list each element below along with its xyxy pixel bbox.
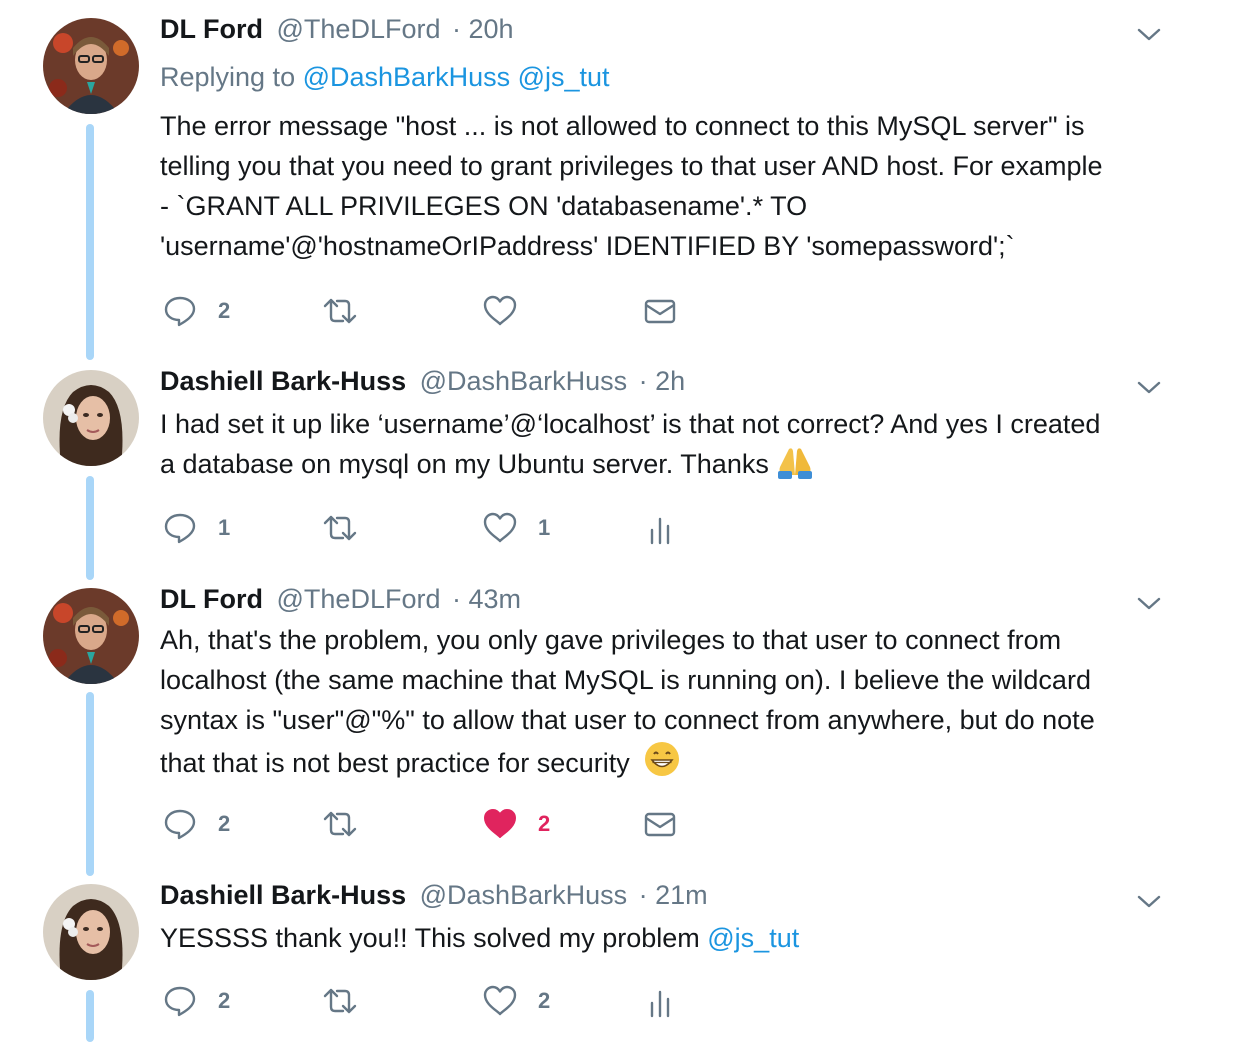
- reply-icon: [164, 296, 196, 327]
- message-icon: [644, 299, 676, 324]
- message-icon: [644, 812, 676, 837]
- avatar[interactable]: [43, 370, 139, 466]
- chevron-down-icon[interactable]: [1136, 596, 1162, 612]
- avatar[interactable]: [43, 18, 139, 114]
- tweet-text-line: 'username'@'hostnameOrIPaddress' IDENTIF…: [160, 231, 1015, 261]
- tweet-text-line: a database on mysql on my Ubuntu server.…: [160, 444, 1170, 484]
- tweet-actions: 2: [162, 291, 702, 331]
- thread-line: [86, 124, 94, 360]
- replying-to-label: Replying to: [160, 62, 296, 92]
- tweet-text: The error message "host ... is not allow…: [160, 106, 1170, 266]
- tweet-actions: 2 2: [162, 804, 702, 844]
- timestamp[interactable]: · 2h: [639, 366, 686, 396]
- reply-count: 2: [218, 811, 231, 836]
- chevron-down-icon[interactable]: [1136, 27, 1162, 43]
- folded-hands-emoji: [778, 448, 813, 479]
- tweet-actions: 2 2: [162, 981, 702, 1021]
- reply-icon: [164, 809, 196, 840]
- like-button[interactable]: 2: [482, 981, 550, 1021]
- timestamp[interactable]: · 20h: [452, 14, 514, 44]
- analytics-button[interactable]: [642, 508, 678, 548]
- display-name[interactable]: Dashiell Bark-Huss: [160, 880, 406, 910]
- tweet-actions: 1 1: [162, 508, 702, 548]
- chevron-down-icon[interactable]: [1136, 380, 1162, 396]
- tweet-text-line: The error message "host ... is not allow…: [160, 111, 1085, 141]
- handle[interactable]: @TheDLFord: [277, 584, 441, 614]
- like-count: 1: [538, 515, 551, 540]
- tweet-text-line: that that is not best practice for secur…: [160, 740, 1170, 783]
- replying-to: Replying to @DashBarkHuss @js_tut: [160, 62, 610, 93]
- tweet-header: DL Ford @TheDLFord · 20h: [160, 14, 514, 45]
- handle[interactable]: @DashBarkHuss: [420, 880, 627, 910]
- like-count: 2: [538, 988, 551, 1013]
- reply-button[interactable]: 1: [162, 508, 230, 548]
- retweet-button[interactable]: [322, 508, 358, 548]
- tweet-text-line: - `GRANT ALL PRIVILEGES ON 'databasename…: [160, 191, 808, 221]
- chevron-down-icon[interactable]: [1136, 894, 1162, 910]
- thread-line: [86, 692, 94, 876]
- like-icon: [483, 985, 517, 1016]
- reply-count: 2: [218, 298, 231, 323]
- tweet-header: Dashiell Bark-Huss @DashBarkHuss · 21m: [160, 880, 708, 911]
- like-button[interactable]: 2: [482, 804, 550, 844]
- tweet-text-line: localhost (the same machine that MySQL i…: [160, 665, 1091, 695]
- display-name[interactable]: DL Ford: [160, 14, 263, 44]
- retweet-icon: [323, 515, 357, 541]
- mention-link[interactable]: @DashBarkHuss: [303, 62, 510, 92]
- reply-button[interactable]: 2: [162, 291, 230, 331]
- grinning-face-emoji: [645, 742, 680, 776]
- retweet-icon: [323, 811, 357, 837]
- reply-button[interactable]: 2: [162, 804, 230, 844]
- tweet-text-line: Ah, that's the problem, you only gave pr…: [160, 625, 1062, 655]
- direct-message-button[interactable]: [642, 804, 678, 844]
- tweet-text-segment: a database on mysql on my Ubuntu server.…: [160, 449, 769, 479]
- tweet-text-line: I had set it up like ‘username’@‘localho…: [160, 409, 1101, 439]
- timestamp[interactable]: · 43m: [452, 584, 521, 614]
- thread-line: [86, 990, 94, 1042]
- handle[interactable]: @DashBarkHuss: [420, 366, 627, 396]
- reply-icon: [164, 513, 196, 544]
- analytics-icon: [650, 990, 670, 1018]
- tweet-text: Ah, that's the problem, you only gave pr…: [160, 620, 1170, 783]
- avatar[interactable]: [43, 884, 139, 980]
- retweet-icon: [323, 988, 357, 1014]
- like-icon: [483, 512, 517, 543]
- handle[interactable]: @TheDLFord: [277, 14, 441, 44]
- analytics-button[interactable]: [642, 981, 678, 1021]
- mention-link[interactable]: @js_tut: [707, 923, 799, 953]
- retweet-button[interactable]: [322, 291, 358, 331]
- like-button[interactable]: 1: [482, 508, 550, 548]
- like-icon: [483, 295, 517, 326]
- tweet-header: Dashiell Bark-Huss @DashBarkHuss · 2h: [160, 366, 685, 397]
- analytics-icon: [650, 517, 670, 545]
- liked-heart-icon: [484, 809, 516, 838]
- direct-message-button[interactable]: [642, 291, 678, 331]
- reply-button[interactable]: 2: [162, 981, 230, 1021]
- tweet-text-line: telling you that you need to grant privi…: [160, 151, 1103, 181]
- retweet-icon: [323, 298, 357, 324]
- reply-count: 1: [218, 515, 231, 540]
- tweet-text: YESSSS thank you!! This solved my proble…: [160, 918, 1170, 958]
- mention-link[interactable]: @js_tut: [518, 62, 610, 92]
- avatar[interactable]: [43, 588, 139, 684]
- reply-count: 2: [218, 988, 231, 1013]
- tweet-text-line: YESSSS thank you!! This solved my proble…: [160, 918, 1170, 958]
- tweet-text-segment: that that is not best practice for secur…: [160, 748, 630, 778]
- timestamp[interactable]: · 21m: [639, 880, 708, 910]
- display-name[interactable]: DL Ford: [160, 584, 263, 614]
- retweet-button[interactable]: [322, 804, 358, 844]
- thread-line: [86, 476, 94, 580]
- tweet-header: DL Ford @TheDLFord · 43m: [160, 584, 521, 615]
- display-name[interactable]: Dashiell Bark-Huss: [160, 366, 406, 396]
- reply-icon: [164, 986, 196, 1017]
- retweet-button[interactable]: [322, 981, 358, 1021]
- tweet-text-segment: YESSSS thank you!! This solved my proble…: [160, 923, 700, 953]
- like-count: 2: [538, 811, 551, 836]
- tweet-text: I had set it up like ‘username’@‘localho…: [160, 404, 1170, 484]
- like-button[interactable]: [482, 291, 518, 331]
- tweet-text-line: syntax is "user"@"%" to allow that user …: [160, 705, 1095, 735]
